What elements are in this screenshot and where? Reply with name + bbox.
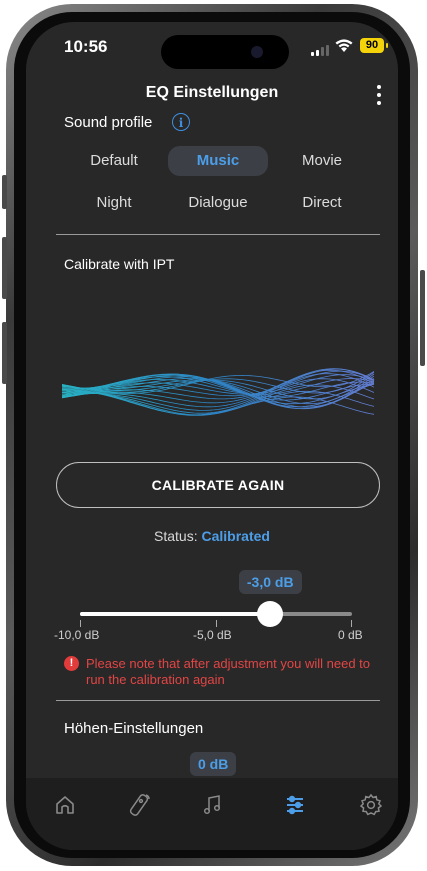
wifi-icon xyxy=(335,39,353,52)
warning-icon: ! xyxy=(64,656,79,671)
slider-tick-label-mid: -5,0 dB xyxy=(193,628,232,642)
calibrate-again-button[interactable]: CALIBRATE AGAIN xyxy=(56,462,380,508)
divider xyxy=(56,234,380,235)
profile-option-music[interactable]: Music xyxy=(168,146,268,176)
status-value: Calibrated xyxy=(201,528,270,544)
slider-tick xyxy=(216,620,217,627)
equalizer-icon xyxy=(287,795,303,815)
divider xyxy=(56,700,380,701)
more-options-icon[interactable] xyxy=(374,82,384,108)
remote-icon xyxy=(129,794,150,816)
home-icon xyxy=(56,796,74,814)
status-bar: 10:56 90 xyxy=(26,22,398,69)
action-button xyxy=(2,175,7,209)
sound-wave-graphic xyxy=(62,368,375,416)
tab-music[interactable] xyxy=(196,788,230,822)
power-button xyxy=(420,270,425,366)
calibrate-title: Calibrate with IPT xyxy=(64,256,175,272)
volume-up-button xyxy=(2,237,7,299)
slider-fill xyxy=(80,612,271,616)
slider-tick xyxy=(351,620,352,627)
slider-thumb[interactable] xyxy=(257,601,284,627)
battery-indicator: 90 xyxy=(360,38,388,53)
slider-value-badge: -3,0 dB xyxy=(238,570,302,594)
treble-value-badge: 0 dB xyxy=(190,752,237,776)
tab-settings[interactable] xyxy=(354,788,388,822)
app-screen: 10:56 90 EQ Einstellungen Sound profile … xyxy=(26,22,398,850)
page-title: EQ Einstellungen xyxy=(145,84,279,101)
app-bar: EQ Einstellungen xyxy=(26,78,398,114)
bottom-tab-bar xyxy=(26,778,398,850)
volume-down-button xyxy=(2,322,7,384)
warning-text: Please note that after adjustment you wi… xyxy=(86,656,371,687)
profile-option-movie[interactable]: Movie xyxy=(272,146,372,176)
profile-option-night[interactable]: Night xyxy=(64,188,164,218)
profile-option-default[interactable]: Default xyxy=(64,146,164,176)
camera-icon xyxy=(251,46,263,58)
calibration-status: Status: Calibrated xyxy=(26,528,398,544)
slider-tick-label-max: 0 dB xyxy=(338,628,363,642)
info-icon[interactable]: i xyxy=(172,113,190,131)
status-label: Status: xyxy=(154,528,198,544)
music-icon xyxy=(203,795,221,815)
profile-option-direct[interactable]: Direct xyxy=(272,188,372,218)
treble-settings-title: Höhen-Einstellungen xyxy=(64,720,204,737)
slider-tick xyxy=(80,620,81,627)
slider-track[interactable] xyxy=(80,601,352,627)
tab-equalizer[interactable] xyxy=(278,788,312,822)
slider-tick-label-min: -10,0 dB xyxy=(54,628,100,642)
dynamic-island xyxy=(161,35,289,69)
tab-home[interactable] xyxy=(48,788,82,822)
sound-profile-title: Sound profile xyxy=(64,114,153,131)
status-time: 10:56 xyxy=(64,37,108,56)
settings-icon xyxy=(359,793,383,816)
tab-remote[interactable] xyxy=(122,788,156,822)
signal-icon xyxy=(311,45,329,56)
profile-option-dialogue[interactable]: Dialogue xyxy=(168,188,268,218)
